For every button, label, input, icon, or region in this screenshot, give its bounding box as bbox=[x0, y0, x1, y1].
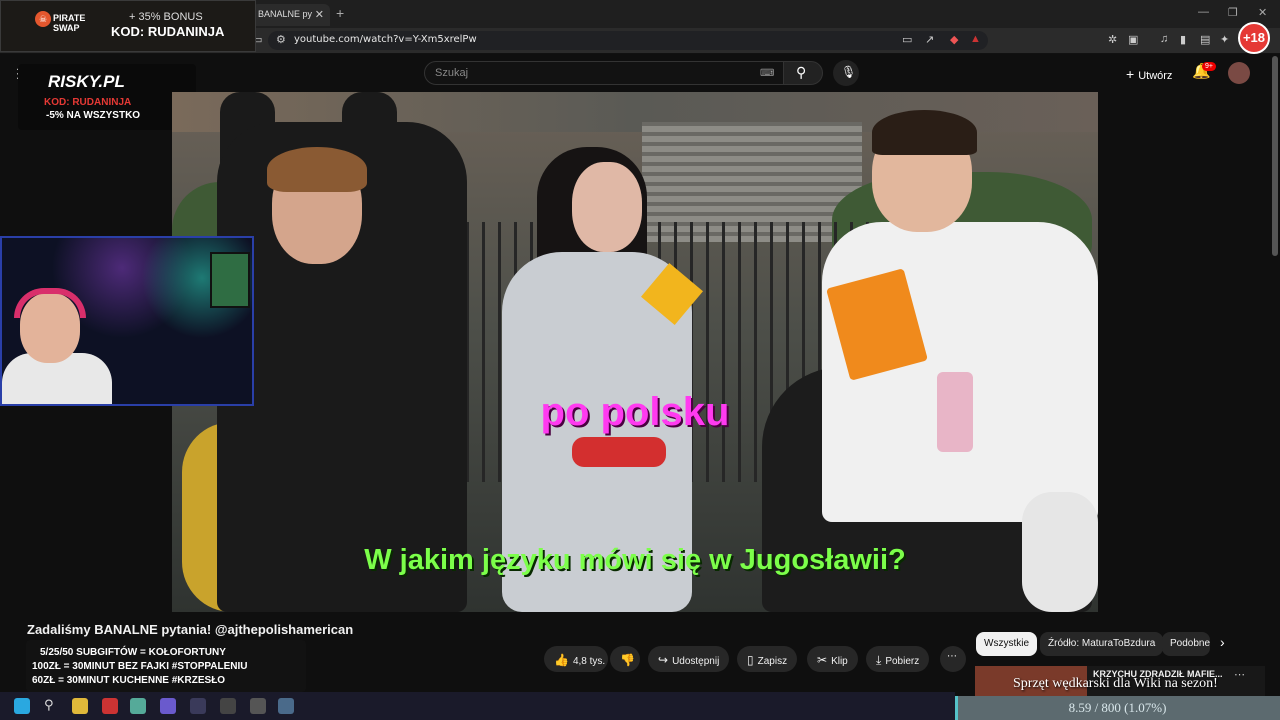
explorer-icon[interactable] bbox=[72, 698, 88, 714]
video-scene-dumbbell bbox=[572, 437, 666, 467]
mic-icon: 🎙 bbox=[841, 65, 857, 79]
risky-code: KOD: RUDANINJA bbox=[44, 97, 132, 108]
scissors-icon: ✂ bbox=[817, 653, 828, 667]
streamer-webcam bbox=[0, 236, 254, 406]
risky-logo: RISKY.PL bbox=[48, 72, 125, 91]
sidebar-icon[interactable]: ▮ bbox=[1180, 33, 1186, 46]
keyboard-icon[interactable]: ⌨ bbox=[760, 68, 774, 79]
create-button[interactable]: + Utwórz bbox=[1120, 62, 1178, 84]
video-scene-person bbox=[267, 147, 367, 192]
download-icon: ⤓ bbox=[876, 653, 882, 667]
search-input[interactable]: Szukaj bbox=[424, 61, 784, 85]
page-scrollbar[interactable] bbox=[1272, 56, 1278, 256]
thumbs-up-icon: 👍 bbox=[554, 653, 569, 667]
share-icon: ↪ bbox=[658, 653, 669, 667]
ai-icon[interactable]: ✦ bbox=[1220, 33, 1229, 46]
promo-line: 60ZŁ = 30MINUT KUCHENNE #KRZESŁO bbox=[32, 675, 226, 686]
thumbs-down-icon: 👎 bbox=[620, 653, 635, 667]
browser-tab[interactable]: BANALNE py ✕ bbox=[252, 4, 330, 26]
clip-button[interactable]: ✂ Klip bbox=[807, 646, 858, 672]
video-title: Zadaliśmy BANALNE pytania! @ajthepolisha… bbox=[27, 622, 354, 637]
age-18-badge: +18 bbox=[1238, 22, 1270, 54]
notification-count-badge: 9+ bbox=[1202, 62, 1216, 71]
pirate-swap-banner: ☠ PIRATE SWAP + 35% BONUS KOD: RUDANINJA bbox=[0, 0, 256, 52]
dislike-button[interactable]: 👎 bbox=[610, 646, 640, 672]
chevron-right-icon[interactable]: › bbox=[1220, 634, 1225, 650]
video-player[interactable]: po polsku W jakim języku mówi się w Jugo… bbox=[172, 92, 1098, 612]
avatar[interactable] bbox=[1228, 62, 1250, 84]
share-page-icon[interactable]: ↗ bbox=[925, 33, 934, 46]
brave-icon[interactable] bbox=[102, 698, 118, 714]
subtitle-bottom: W jakim języku mówi się w Jugosławii? bbox=[364, 544, 906, 576]
video-scene-person bbox=[572, 162, 642, 252]
more-icon[interactable]: ⋯ bbox=[1234, 668, 1245, 681]
extensions-icon[interactable]: ✲ bbox=[1108, 33, 1117, 46]
webcam-monitor bbox=[210, 252, 250, 308]
steam-icon[interactable] bbox=[278, 698, 294, 714]
app-icon[interactable] bbox=[160, 698, 176, 714]
rewards-icon[interactable]: ▲ bbox=[970, 33, 981, 45]
share-button[interactable]: ↪ Udostępnij bbox=[648, 646, 730, 672]
skull-icon: ☠ bbox=[35, 11, 51, 27]
chip-all[interactable]: Wszystkie bbox=[976, 632, 1037, 656]
donation-goal-progress: 8.59 / 800 (1.07%) bbox=[955, 696, 1280, 720]
chip-similar[interactable]: Podobne bbox=[1162, 632, 1210, 656]
media-icon[interactable]: ♫ bbox=[1160, 33, 1168, 45]
pirate-swap-logo: ☠ PIRATE SWAP bbox=[31, 11, 91, 41]
save-button[interactable]: ▯ Zapisz bbox=[737, 646, 798, 672]
risky-banner: RISKY.PL KOD: RUDANINJA -5% NA WSZYSTKO bbox=[18, 64, 196, 130]
video-scene-person bbox=[872, 110, 977, 155]
promo-code: KOD: RUDANINJA bbox=[111, 24, 225, 39]
download-button[interactable]: ⤓ Pobierz bbox=[866, 646, 930, 672]
progress-text: 8.59 / 800 (1.07%) bbox=[1068, 700, 1167, 715]
more-icon: ⋯ bbox=[947, 651, 957, 662]
more-actions-button[interactable]: ⋯ bbox=[940, 646, 966, 672]
search-button[interactable]: ⚲ bbox=[783, 61, 823, 85]
site-info-icon[interactable]: ⚙ bbox=[276, 33, 286, 46]
like-button[interactable]: 👍 4,8 tys. bbox=[544, 646, 608, 672]
risky-discount: -5% NA WSZYSTKO bbox=[46, 110, 141, 121]
url-field[interactable]: youtube.com/watch?v=Y-Xm5xrelPw bbox=[268, 31, 988, 50]
close-tab-icon[interactable]: ✕ bbox=[315, 8, 324, 21]
tab-title: BANALNE py bbox=[258, 9, 313, 19]
subtitle-top: po polsku bbox=[540, 390, 730, 434]
app-icon[interactable] bbox=[250, 698, 266, 714]
app-icon[interactable] bbox=[130, 698, 146, 714]
new-tab-icon[interactable]: + bbox=[336, 5, 344, 21]
donation-goal-text: Sprzęt wędkarski dla Wiki na sezon! bbox=[1013, 676, 1218, 691]
wallet-icon[interactable]: ▤ bbox=[1200, 33, 1210, 46]
promo-line: 5/25/50 SUBGIFTÓW = KOŁOFORTUNY bbox=[40, 647, 226, 658]
voice-search-button[interactable]: 🎙 bbox=[833, 60, 859, 86]
search-icon: ⚲ bbox=[796, 64, 807, 80]
app-icon[interactable] bbox=[220, 698, 236, 714]
close-window-icon[interactable]: ✕ bbox=[1258, 6, 1267, 19]
app-icon[interactable] bbox=[190, 698, 206, 714]
plus-icon: + bbox=[1126, 66, 1135, 82]
minimize-icon[interactable]: — bbox=[1198, 6, 1209, 18]
stream-promo-box: 5/25/50 SUBGIFTÓW = KOŁOFORTUNY 100ZŁ = … bbox=[26, 640, 306, 692]
screenshot-icon[interactable]: ▣ bbox=[1128, 33, 1138, 46]
bonus-text: + 35% BONUS bbox=[129, 11, 203, 23]
promo-line: 100ZŁ = 30MINUT BEZ FAJKI #STOPPALENIU bbox=[32, 661, 248, 672]
bookmark-icon: ▯ bbox=[747, 653, 754, 667]
search-icon[interactable]: ⚲ bbox=[44, 697, 54, 713]
restore-icon[interactable]: ❐ bbox=[1228, 6, 1238, 19]
chip-source[interactable]: Źródło: MaturaToBzdura bbox=[1040, 632, 1164, 656]
cast-icon[interactable]: ▭ bbox=[902, 33, 912, 46]
windows-start-icon[interactable] bbox=[14, 698, 30, 714]
brave-shield-icon[interactable]: ◆ bbox=[950, 33, 958, 46]
